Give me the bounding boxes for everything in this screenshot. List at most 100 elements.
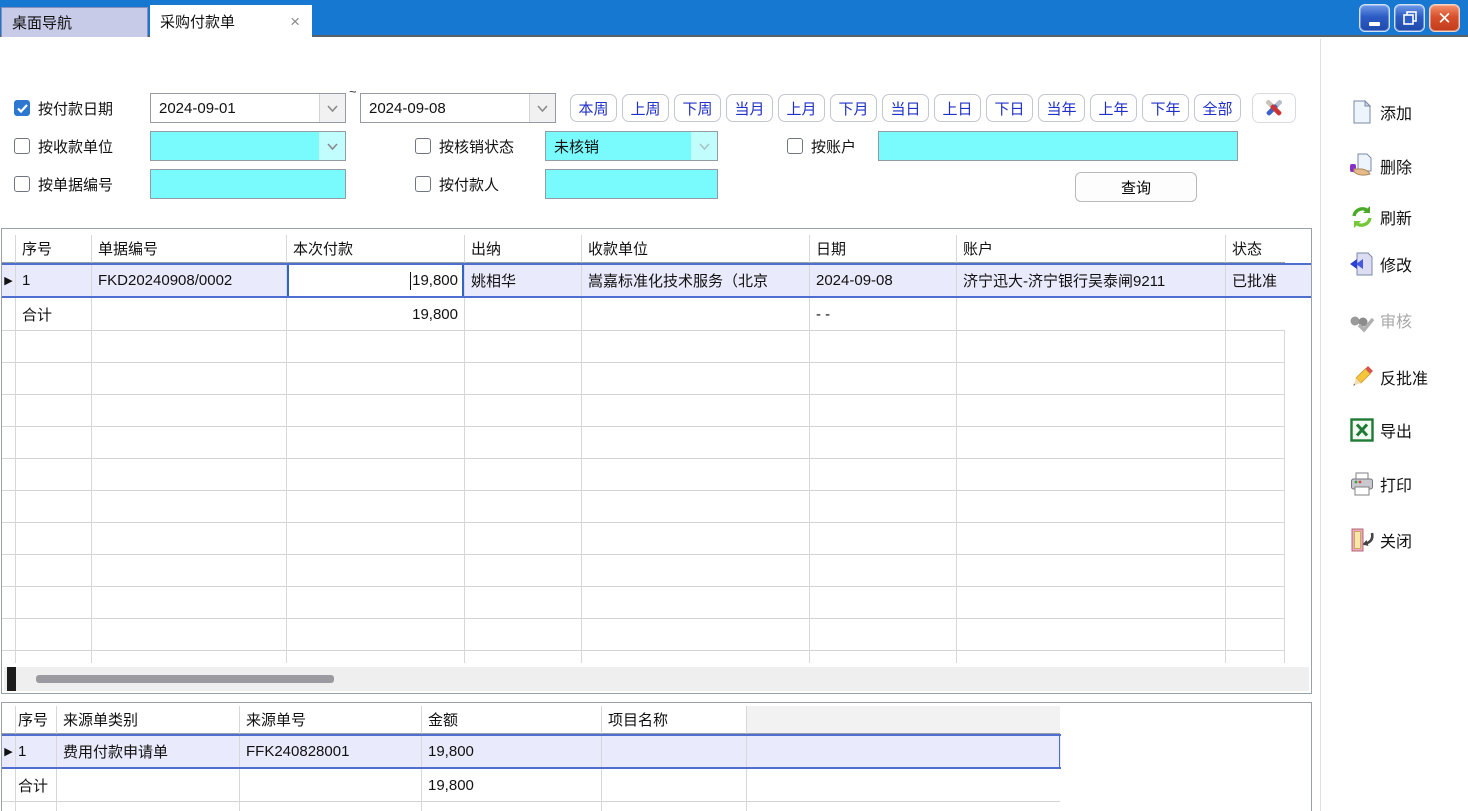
- close-icon: ✕: [1437, 10, 1451, 27]
- delete-button[interactable]: 删除: [1349, 151, 1412, 181]
- cell-cashier[interactable]: 姚相华: [465, 265, 582, 296]
- chevron-down-icon[interactable]: [529, 94, 555, 122]
- tab-close-icon[interactable]: ×: [288, 13, 302, 30]
- quick-range-button-this-month[interactable]: 当月: [726, 94, 773, 122]
- quick-range-button-today[interactable]: 当日: [882, 94, 929, 122]
- quick-range-button-last-year[interactable]: 上年: [1090, 94, 1137, 122]
- quick-range-button-next-week[interactable]: 下周: [674, 94, 721, 122]
- add-button[interactable]: 添加: [1349, 97, 1412, 127]
- column-header[interactable]: 状态: [1226, 235, 1285, 263]
- query-button[interactable]: 查询: [1075, 172, 1197, 202]
- column-header[interactable]: 单据编号: [92, 235, 287, 263]
- date-from-select[interactable]: 2024-09-01: [150, 93, 346, 123]
- restore-button[interactable]: [1394, 4, 1425, 32]
- restore-icon: [1403, 11, 1417, 25]
- empty-rows-area: [2, 331, 1285, 663]
- chevron-down-icon[interactable]: [319, 94, 345, 122]
- cell-doc-no[interactable]: FKD20240908/0002: [92, 265, 287, 296]
- cell-amount[interactable]: 19,800: [422, 736, 602, 767]
- date-range-separator: ~: [349, 84, 357, 99]
- payee-select[interactable]: [150, 131, 346, 161]
- quick-range-button-last-month[interactable]: 上月: [778, 94, 825, 122]
- filter-docno-checkbox-group[interactable]: 按单据编号: [14, 169, 113, 199]
- quick-range-button-next-day[interactable]: 下日: [986, 94, 1033, 122]
- column-header[interactable]: 项目名称: [602, 706, 747, 734]
- chevron-down-icon[interactable]: [319, 132, 345, 160]
- modify-button[interactable]: 修改: [1349, 249, 1412, 279]
- close-panel-button[interactable]: 关闭: [1349, 525, 1412, 555]
- checkbox-checked-icon[interactable]: [14, 100, 30, 116]
- quick-range-button-this-week[interactable]: 本周: [570, 94, 617, 122]
- column-header[interactable]: 来源单号: [240, 706, 422, 734]
- cell-source-type[interactable]: 费用付款申请单: [57, 736, 240, 767]
- quick-range-button-all[interactable]: 全部: [1194, 94, 1241, 122]
- cell-project[interactable]: [602, 736, 747, 767]
- close-door-icon: [1349, 527, 1375, 553]
- cell-amount[interactable]: 19,800: [287, 265, 465, 296]
- column-header[interactable]: 本次付款: [287, 235, 465, 263]
- checkbox-unchecked-icon[interactable]: [14, 176, 30, 192]
- quick-range-button-next-month[interactable]: 下月: [830, 94, 877, 122]
- audit-icon: [1349, 307, 1375, 333]
- cell-seq[interactable]: 1: [16, 265, 92, 296]
- table-row-selected[interactable]: ▶ 1 FKD20240908/0002 19,800 姚相华 嵩嘉标准化技术服…: [2, 263, 1311, 298]
- column-header[interactable]: 日期: [810, 235, 957, 263]
- column-header[interactable]: 序号: [16, 235, 92, 263]
- close-window-button[interactable]: ✕: [1429, 4, 1460, 32]
- filter-writeoff-checkbox-group[interactable]: 按核销状态: [415, 131, 514, 161]
- column-header[interactable]: 来源单类别: [57, 706, 240, 734]
- payer-input[interactable]: [545, 169, 718, 199]
- toolbar-item-label: 刷新: [1380, 205, 1412, 229]
- horizontal-scrollbar[interactable]: [4, 667, 1309, 691]
- column-header[interactable]: 账户: [957, 235, 1226, 263]
- quick-range-button-prev-day[interactable]: 上日: [934, 94, 981, 122]
- filter-date-checkbox-group[interactable]: 按付款日期: [14, 93, 113, 123]
- filter-payer-checkbox-group[interactable]: 按付款人: [415, 169, 499, 199]
- filter-date-label: 按付款日期: [38, 98, 113, 119]
- cell-account[interactable]: 济宁迅大-济宁银行吴泰闸9211: [957, 265, 1226, 296]
- chevron-down-icon[interactable]: [691, 132, 717, 160]
- cell-status[interactable]: 已批准: [1226, 265, 1285, 296]
- checkbox-unchecked-icon[interactable]: [415, 138, 431, 154]
- source-detail-table-panel: 序号 来源单类别 来源单号 金额 项目名称 ▶ 1 费用付款申请单 FFK240…: [1, 702, 1312, 811]
- filter-account-checkbox-group[interactable]: 按账户: [787, 131, 856, 161]
- quick-range-button-last-week[interactable]: 上周: [622, 94, 669, 122]
- new-doc-icon: [1349, 99, 1375, 125]
- table-row-selected[interactable]: ▶ 1 费用付款申请单 FFK240828001 19,800: [2, 734, 1061, 769]
- payment-table-panel: 序号 单据编号 本次付款 出纳 收款单位 日期 账户 状态 ▶ 1 FKD202…: [1, 228, 1312, 694]
- scrollbar-thumb[interactable]: [36, 675, 334, 683]
- tab-purchase-payment[interactable]: 采购付款单 ×: [150, 5, 312, 37]
- minimize-button[interactable]: [1359, 4, 1390, 32]
- checkbox-unchecked-icon[interactable]: [787, 138, 803, 154]
- date-to-select[interactable]: 2024-09-08: [360, 93, 556, 123]
- column-header[interactable]: 金额: [422, 706, 602, 734]
- writeoff-status-select[interactable]: 未核销: [545, 131, 718, 161]
- tab-desktop-navigation[interactable]: 桌面导航: [1, 7, 148, 37]
- total-amount: 19,800: [287, 298, 465, 331]
- quick-range-button-next-year[interactable]: 下年: [1142, 94, 1189, 122]
- detail-table-header: 序号 来源单类别 来源单号 金额 项目名称: [2, 706, 1311, 734]
- cell-date[interactable]: 2024-09-08: [810, 265, 957, 296]
- column-header[interactable]: 收款单位: [582, 235, 810, 263]
- filter-payee-checkbox-group[interactable]: 按收款单位: [14, 131, 113, 161]
- account-input[interactable]: [878, 131, 1238, 161]
- checkbox-unchecked-icon[interactable]: [14, 138, 30, 154]
- total-row: 合计 19,800: [2, 769, 1311, 802]
- total-amount: 19,800: [422, 769, 602, 802]
- cell-source-no[interactable]: FFK240828001: [240, 736, 422, 767]
- filter-docno-label: 按单据编号: [38, 174, 113, 195]
- date-from-value: 2024-09-01: [151, 100, 319, 117]
- checkbox-unchecked-icon[interactable]: [415, 176, 431, 192]
- cell-payee[interactable]: 嵩嘉标准化技术服务（北京: [582, 265, 810, 296]
- print-button[interactable]: 打印: [1349, 469, 1412, 499]
- refresh-button[interactable]: 刷新: [1349, 202, 1412, 232]
- unapprove-button[interactable]: 反批准: [1349, 362, 1428, 392]
- amount-cell-editor[interactable]: 19,800: [287, 265, 464, 296]
- quick-range-button-this-year[interactable]: 当年: [1038, 94, 1085, 122]
- cell-seq[interactable]: 1: [16, 736, 57, 767]
- export-button[interactable]: 导出: [1349, 415, 1412, 445]
- column-header[interactable]: 序号: [16, 706, 57, 734]
- column-header[interactable]: 出纳: [465, 235, 582, 263]
- docno-input[interactable]: [150, 169, 346, 199]
- filter-tools-button[interactable]: [1252, 93, 1296, 123]
